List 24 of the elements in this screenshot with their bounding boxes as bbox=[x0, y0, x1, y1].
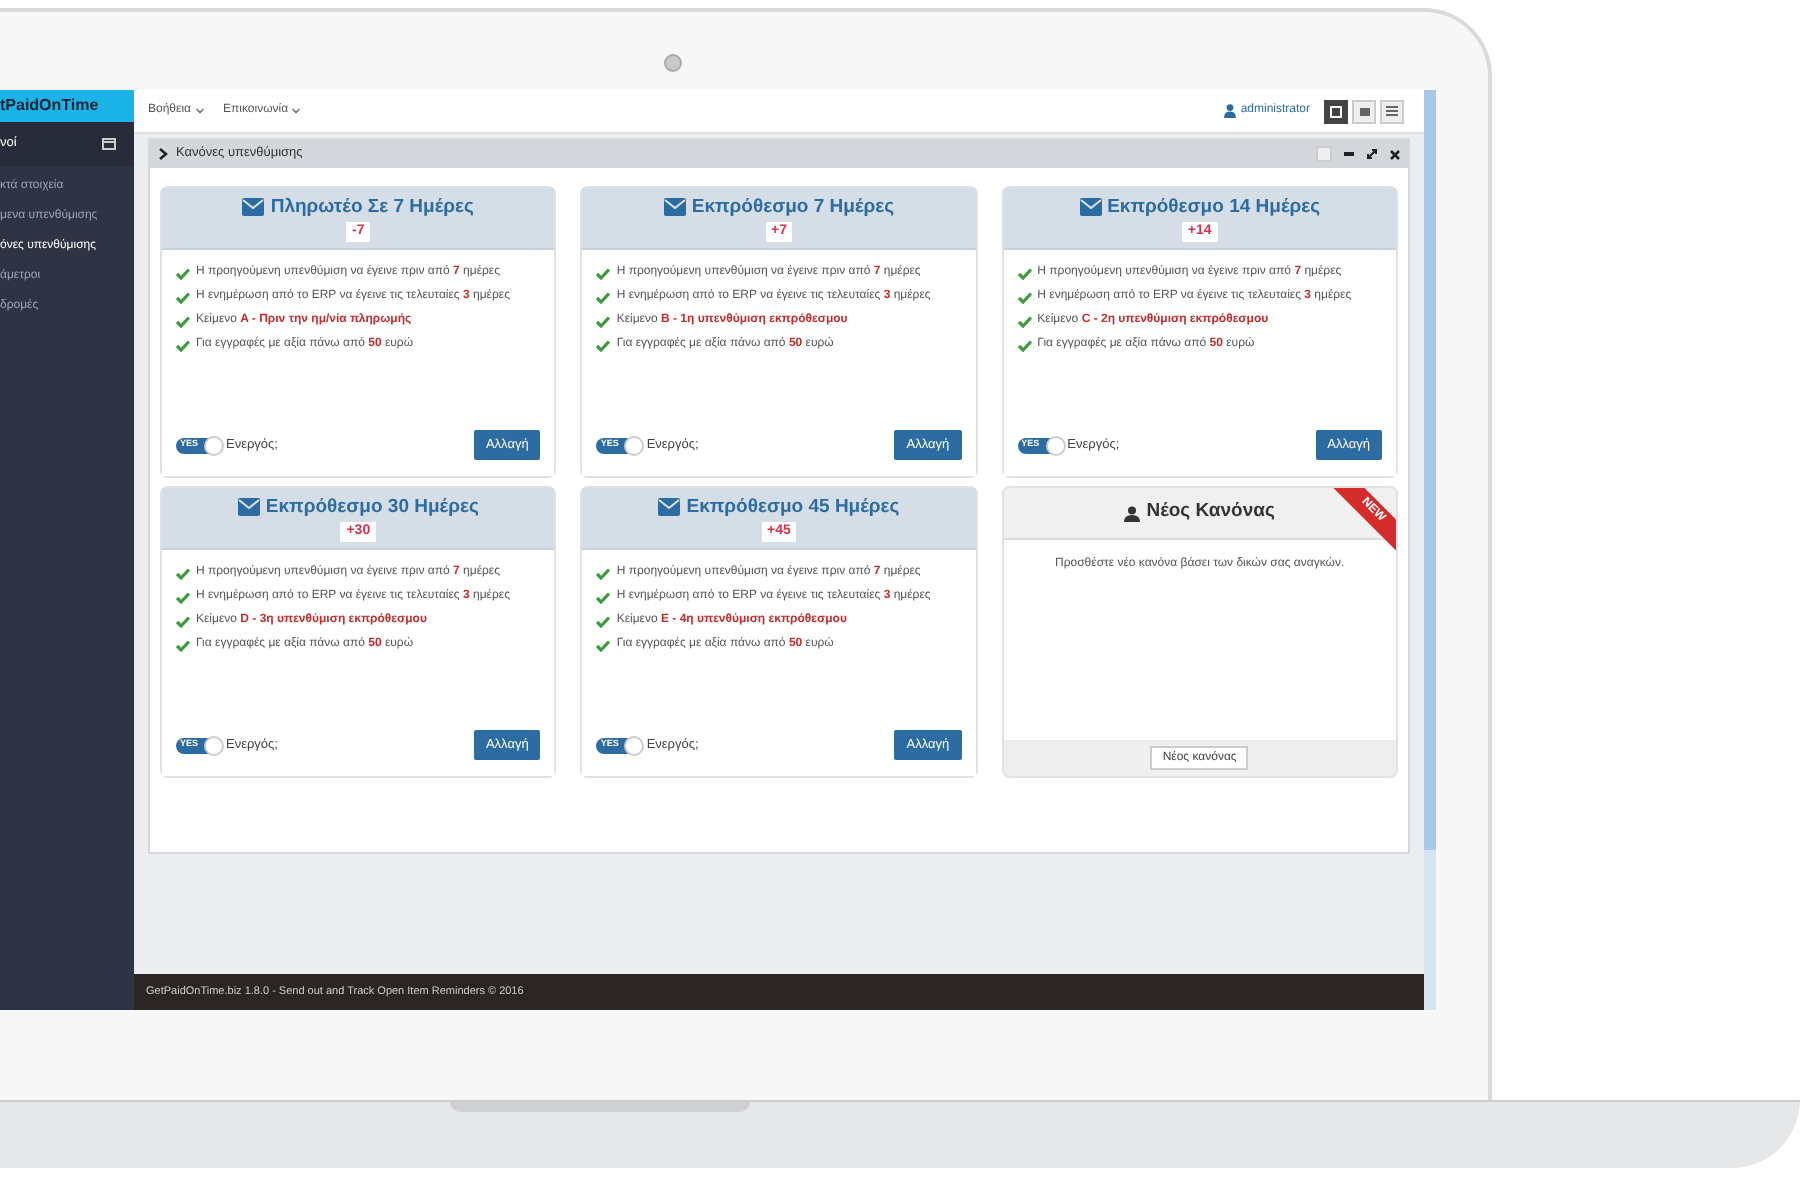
logo: tPaidOnTime bbox=[0, 90, 134, 122]
card-title: Εκπρόθεσμο 14 Ημέρες bbox=[1107, 194, 1321, 220]
caret-icon bbox=[292, 108, 301, 114]
user-icon bbox=[1124, 505, 1141, 521]
expand-icon[interactable] bbox=[1366, 148, 1378, 160]
envelope-icon bbox=[237, 498, 260, 516]
card-title: Πληρωτέο Σε 7 Ημέρες bbox=[270, 194, 474, 220]
card-title: Εκπρόθεσμο 45 Ημέρες bbox=[686, 494, 900, 520]
caret-icon bbox=[195, 108, 203, 114]
envelope-icon bbox=[658, 498, 681, 516]
calendar-icon bbox=[102, 138, 116, 150]
fullscreen-button[interactable] bbox=[1324, 99, 1348, 123]
logout-button[interactable] bbox=[1352, 99, 1376, 123]
envelope-icon bbox=[1079, 198, 1102, 216]
user-icon bbox=[1224, 104, 1237, 118]
chevron-icon bbox=[158, 148, 168, 160]
card-title: Νέος Κανόνας bbox=[1146, 498, 1275, 527]
envelope-icon bbox=[663, 198, 686, 216]
close-icon[interactable] bbox=[1390, 149, 1400, 159]
envelope-icon bbox=[242, 198, 265, 216]
camera-drawing bbox=[664, 54, 682, 72]
card-title: Εκπρόθεσμο 30 Ημέρες bbox=[265, 494, 479, 520]
menu-button[interactable] bbox=[1380, 99, 1404, 123]
card-title: Εκπρόθεσμο 7 Ημέρες bbox=[691, 194, 895, 220]
